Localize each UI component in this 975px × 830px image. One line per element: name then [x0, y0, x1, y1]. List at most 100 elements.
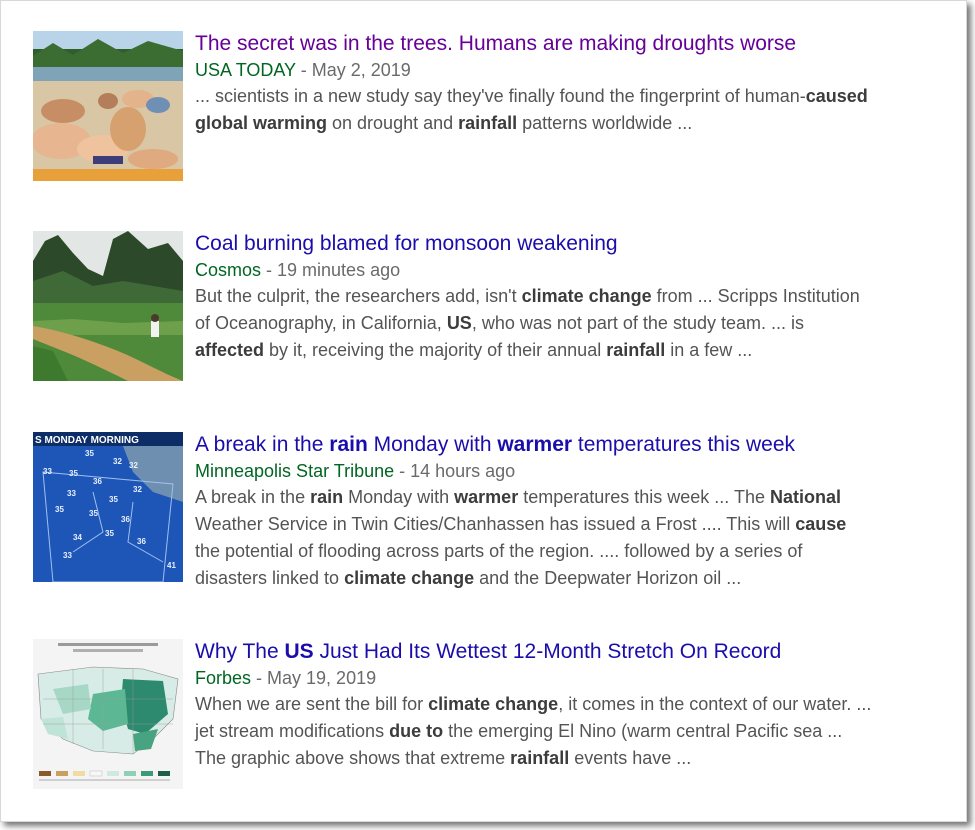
- highlighted-term: National: [769, 487, 841, 507]
- snippet-line: ... scientists in a new study say they'v…: [195, 83, 930, 110]
- result-date: 19 minutes ago: [277, 260, 401, 280]
- text-fragment: , who was not part of the study team. ..…: [471, 313, 804, 333]
- highlighted-term: climate change: [521, 286, 652, 306]
- svg-text:32: 32: [133, 485, 142, 494]
- highlighted-term: cause: [795, 514, 847, 534]
- svg-text:35: 35: [109, 495, 118, 504]
- result-meta: Minneapolis Star Tribune - 14 hours ago: [195, 458, 930, 484]
- highlighted-term: caused: [805, 86, 868, 106]
- svg-text:35: 35: [55, 505, 64, 514]
- text-fragment: temperatures this week: [572, 433, 795, 456]
- result-meta: Cosmos - 19 minutes ago: [195, 257, 930, 283]
- result-snippet: ... scientists in a new study say they'v…: [195, 83, 930, 137]
- weather-map-header: S MONDAY MORNING: [35, 435, 139, 446]
- snippet-line: global warming on drought and rainfall p…: [195, 110, 930, 137]
- text-fragment: The secret was in the trees. Humans are …: [195, 32, 797, 55]
- text-fragment: of Oceanography, in California,: [195, 313, 447, 333]
- text-fragment: A break in the: [195, 487, 311, 507]
- svg-text:36: 36: [137, 537, 146, 546]
- text-fragment: temperatures this week ... The: [518, 487, 770, 507]
- text-fragment: Monday with: [343, 487, 455, 507]
- svg-text:35: 35: [85, 449, 94, 458]
- svg-text:35: 35: [105, 529, 114, 538]
- text-fragment: The graphic above shows that extreme: [195, 748, 511, 768]
- svg-text:34: 34: [73, 533, 82, 542]
- text-fragment: Why The: [195, 640, 285, 663]
- text-fragment: the potential of flooding across parts o…: [195, 541, 803, 561]
- highlighted-term: US: [446, 313, 472, 333]
- svg-text:41: 41: [167, 561, 176, 570]
- search-results-panel: The secret was in the trees. Humans are …: [0, 0, 967, 822]
- highlighted-term: rain: [310, 487, 344, 507]
- meta-separator: -: [251, 668, 268, 688]
- text-fragment: Monday with: [367, 433, 498, 456]
- highlighted-term: rainfall: [606, 340, 666, 360]
- meta-separator: -: [295, 60, 312, 80]
- svg-text:35: 35: [69, 469, 78, 478]
- weather-map-image: S MONDAY MORNING 35 33 32 32 35 36 33 35…: [33, 432, 183, 582]
- result-thumbnail-river[interactable]: [33, 231, 183, 381]
- monsoon-field-photo: [33, 231, 183, 381]
- highlighted-term: warmer: [497, 433, 573, 456]
- result-source: Forbes: [195, 668, 252, 688]
- svg-text:36: 36: [93, 477, 102, 486]
- result-date: May 19, 2019: [267, 668, 377, 688]
- highlighted-term: global warming: [195, 113, 328, 133]
- result-thumbnail-weather-map[interactable]: S MONDAY MORNING 35 33 32 32 35 36 33 35…: [33, 432, 183, 582]
- highlighted-term: rainfall: [458, 113, 518, 133]
- snippet-line: the potential of flooding across parts o…: [195, 538, 930, 565]
- text-fragment: Coal burning blamed for monsoon weakenin…: [195, 232, 618, 255]
- text-fragment: patterns worldwide ...: [517, 113, 693, 133]
- snippet-line: disasters linked to climate change and t…: [195, 565, 930, 592]
- beach-photo: [33, 31, 183, 181]
- snippet-line: But the culprit, the researchers add, is…: [195, 283, 930, 310]
- svg-text:33: 33: [43, 467, 52, 476]
- result-title-link[interactable]: The secret was in the trees. Humans are …: [195, 31, 930, 57]
- result-thumbnail-beach[interactable]: [33, 31, 183, 181]
- result-source: Minneapolis Star Tribune: [195, 461, 395, 481]
- snippet-line: jet stream modifications due to the emer…: [195, 718, 930, 745]
- text-fragment: by it, receiving the majority of their a…: [264, 340, 607, 360]
- text-fragment: and the Deepwater Horizon oil ...: [474, 568, 742, 588]
- text-fragment: in a few ...: [665, 340, 753, 360]
- text-fragment: , it comes in the context of our water. …: [558, 694, 872, 714]
- text-fragment: disasters linked to: [195, 568, 345, 588]
- result-meta: USA TODAY - May 2, 2019: [195, 57, 930, 83]
- highlighted-term: US: [284, 640, 314, 663]
- text-fragment: jet stream modifications: [195, 721, 390, 741]
- result-meta: Forbes - May 19, 2019: [195, 665, 930, 691]
- highlighted-term: rain: [329, 433, 368, 456]
- result-title-link[interactable]: A break in the rain Monday with warmer t…: [195, 432, 930, 458]
- snippet-line: Weather Service in Twin Cities/Chanhasse…: [195, 511, 930, 538]
- svg-text:36: 36: [121, 515, 130, 524]
- us-precipitation-map: [33, 639, 183, 789]
- highlighted-term: warmer: [454, 487, 519, 507]
- text-fragment: ... scientists in a new study say they'v…: [195, 86, 806, 106]
- result-thumbnail-us-map[interactable]: [33, 639, 183, 789]
- text-fragment: events have ...: [569, 748, 692, 768]
- result-snippet: A break in the rain Monday with warmer t…: [195, 484, 930, 592]
- snippet-line: When we are sent the bill for climate ch…: [195, 691, 930, 718]
- highlighted-term: climate change: [344, 568, 475, 588]
- result-title-link[interactable]: Coal burning blamed for monsoon weakenin…: [195, 231, 930, 257]
- text-fragment: When we are sent the bill for: [195, 694, 429, 714]
- text-fragment: A break in the: [195, 433, 330, 456]
- snippet-line: The graphic above shows that extreme rai…: [195, 745, 930, 772]
- meta-separator: -: [394, 461, 411, 481]
- meta-separator: -: [261, 260, 278, 280]
- text-fragment: Weather Service in Twin Cities/Chanhasse…: [195, 514, 796, 534]
- snippet-line: of Oceanography, in California, US, who …: [195, 310, 930, 337]
- result-date: May 2, 2019: [311, 60, 411, 80]
- svg-text:32: 32: [113, 457, 122, 466]
- text-fragment: from ... Scripps Institution: [651, 286, 860, 306]
- result-snippet: When we are sent the bill for climate ch…: [195, 691, 930, 772]
- highlighted-term: climate change: [428, 694, 559, 714]
- result-title-link[interactable]: Why The US Just Had Its Wettest 12-Month…: [195, 639, 930, 665]
- svg-text:33: 33: [63, 551, 72, 560]
- result-date: 14 hours ago: [410, 461, 516, 481]
- highlighted-term: rainfall: [510, 748, 570, 768]
- highlighted-term: due to: [389, 721, 444, 741]
- result-source: USA TODAY: [195, 60, 296, 80]
- snippet-line: affected by it, receiving the majority o…: [195, 337, 930, 364]
- text-fragment: on drought and: [327, 113, 459, 133]
